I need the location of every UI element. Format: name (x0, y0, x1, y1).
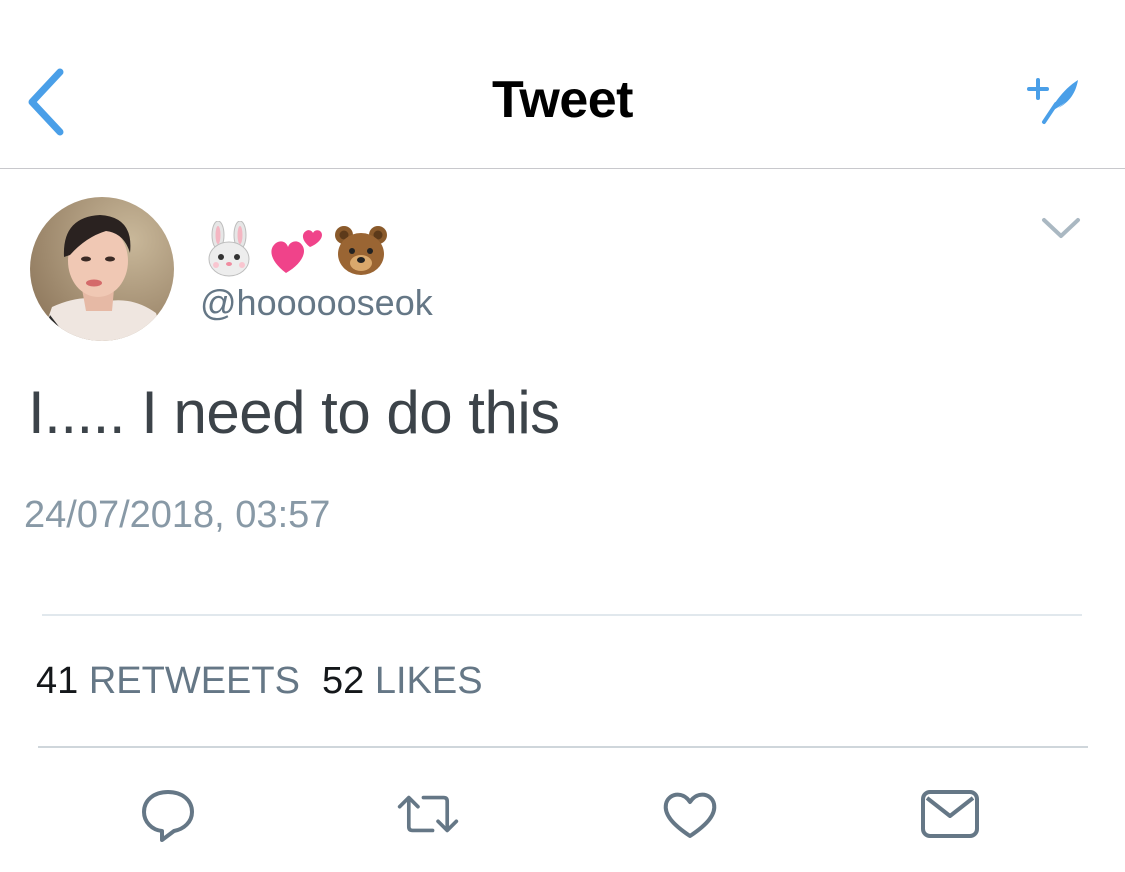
nav-bar: Tweet (0, 0, 1125, 169)
tweet-detail-screen: Tweet @hoooooseok I..... I need to do th… (0, 0, 1125, 872)
retweets-label: RETWEETS (88, 660, 300, 702)
retweets-stat[interactable]: 41 RETWEETS (36, 660, 300, 703)
likes-stat[interactable]: 52 LIKES (322, 660, 483, 703)
rabbit-face-emoji (208, 221, 250, 277)
likes-label: LIKES (374, 660, 483, 702)
reply-icon (142, 790, 194, 842)
more-options-button[interactable] (1036, 208, 1086, 248)
two-hearts-emoji (271, 230, 322, 273)
avatar-image (30, 197, 174, 341)
retweet-button[interactable] (396, 782, 460, 846)
avatar[interactable] (30, 197, 174, 341)
reply-button[interactable] (136, 782, 200, 846)
page-title: Tweet (491, 71, 634, 129)
retweets-count: 41 (36, 660, 79, 702)
compose-tweet-button[interactable] (1022, 72, 1084, 128)
mail-icon (921, 790, 979, 838)
display-name[interactable] (200, 220, 390, 280)
divider (42, 614, 1082, 616)
tweet-stats: 41 RETWEETS 52 LIKES (36, 660, 505, 703)
share-button[interactable] (918, 782, 982, 846)
retweet-icon (397, 795, 459, 833)
chevron-down-icon (1042, 218, 1080, 238)
tweet-text: I..... I need to do this (28, 379, 560, 446)
likes-count: 52 (321, 660, 365, 702)
heart-icon (663, 792, 717, 838)
tweet-timestamp: 24/07/2018, 03:57 (24, 494, 331, 536)
like-button[interactable] (658, 782, 722, 846)
bear-face-emoji (335, 226, 387, 275)
user-handle[interactable]: @hoooooseok (200, 282, 433, 324)
compose-tweet-icon (1027, 78, 1078, 124)
divider (38, 746, 1088, 748)
